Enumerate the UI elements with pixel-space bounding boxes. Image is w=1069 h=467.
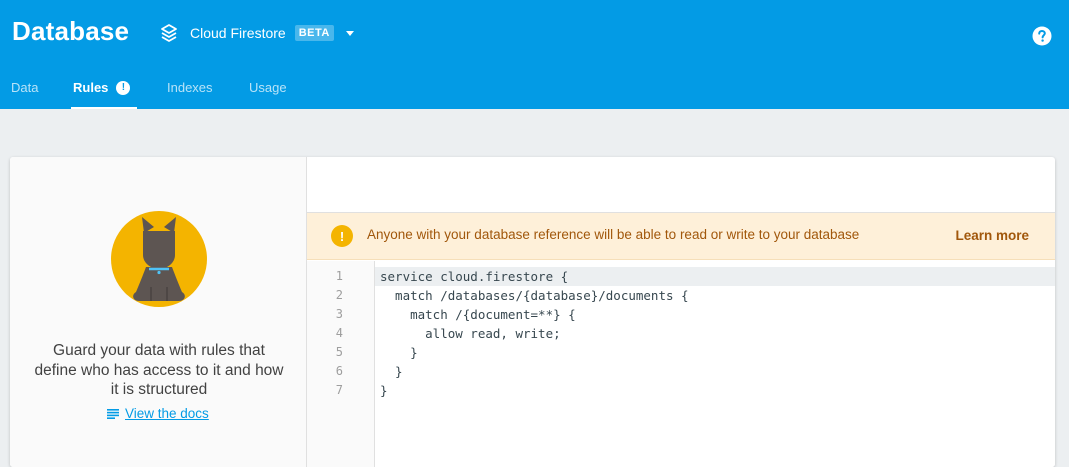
view-docs-link[interactable]: View the docs	[107, 406, 209, 421]
database-selector[interactable]: Cloud Firestore BETA	[159, 20, 354, 46]
code-line[interactable]: match /databases/{database}/documents {	[375, 286, 1055, 305]
line-number: 3	[335, 307, 343, 321]
alert-badge-icon: !	[116, 80, 131, 95]
view-docs-label: View the docs	[125, 406, 209, 421]
line-number: 5	[335, 345, 343, 359]
tab-label: Data	[11, 80, 39, 95]
security-warning-banner: ! Anyone with your database reference wi…	[307, 213, 1055, 260]
firestore-icon	[161, 24, 177, 42]
code-line[interactable]: match /{document=**} {	[375, 305, 1055, 324]
code-line[interactable]: }	[375, 362, 1055, 381]
tab-usage[interactable]: Usage	[249, 66, 287, 109]
tab-rules[interactable]: Rules !	[71, 66, 137, 109]
caret-down-icon	[345, 30, 354, 36]
info-panel: Guard your data with rules that define w…	[10, 157, 307, 467]
line-number: 4	[335, 326, 343, 340]
code-line[interactable]: allow read, write;	[375, 324, 1055, 343]
code-line[interactable]: }	[375, 343, 1055, 362]
warning-message: Anyone with your database reference will…	[367, 227, 860, 242]
guard-description: Guard your data with rules that define w…	[34, 342, 284, 398]
guard-dog-illustration	[111, 211, 207, 307]
code-line[interactable]: }	[375, 381, 1055, 400]
tab-label: Usage	[249, 80, 287, 95]
warning-icon: !	[331, 225, 353, 247]
line-number: 1	[335, 269, 343, 283]
database-name: Cloud Firestore	[190, 25, 286, 41]
code-line[interactable]: service cloud.firestore {	[375, 267, 1055, 286]
doc-lines-icon	[107, 408, 119, 419]
line-number: 6	[335, 364, 343, 378]
rules-editor-panel: ! Anyone with your database reference wi…	[307, 157, 1055, 467]
line-number: 7	[335, 383, 343, 397]
line-number: 2	[335, 288, 343, 302]
tab-label: Indexes	[167, 80, 213, 95]
app-header: Database Cloud Firestore BETA Data Rules…	[0, 0, 1069, 109]
tab-indexes[interactable]: Indexes	[167, 66, 213, 109]
tab-label: Rules	[73, 80, 109, 95]
beta-badge: BETA	[294, 25, 334, 41]
line-number-gutter: 1 2 3 4 5 6 7	[307, 261, 375, 467]
rules-code-editor[interactable]: 1 2 3 4 5 6 7 service cloud.firestore { …	[307, 261, 1055, 467]
rules-card: Guard your data with rules that define w…	[10, 157, 1055, 467]
help-icon[interactable]	[1032, 26, 1052, 46]
tab-data[interactable]: Data	[11, 66, 38, 109]
page-title: Database	[12, 16, 130, 46]
learn-more-link[interactable]: Learn more	[955, 228, 1029, 243]
editor-toolbar	[307, 157, 1055, 213]
